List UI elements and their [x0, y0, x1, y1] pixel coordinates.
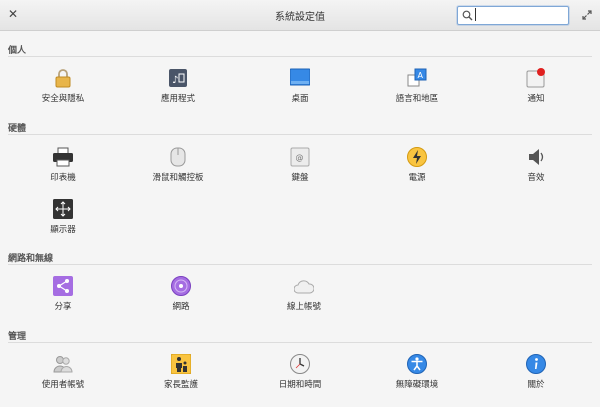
network-icon	[171, 276, 191, 296]
settings-item-label: 音效	[527, 173, 545, 183]
settings-item-sound[interactable]: 音效	[486, 147, 586, 187]
title-bar: ✕ 系統設定值	[0, 0, 600, 31]
search-box[interactable]	[457, 6, 569, 25]
notifications-icon	[526, 68, 545, 88]
svg-text:A: A	[418, 71, 424, 80]
settings-item-label: 應用程式	[160, 94, 195, 104]
section-title-hardware: 硬體	[8, 124, 27, 134]
settings-item-label: 家長監護	[163, 380, 198, 390]
settings-item-language[interactable]: A 語言和地區	[367, 68, 467, 108]
settings-item-label: 電源	[408, 173, 426, 183]
settings-item-security[interactable]: 安全與隱私	[13, 68, 113, 108]
lock-icon	[55, 69, 71, 88]
settings-item-users[interactable]: 使用者帳號	[13, 354, 113, 394]
settings-item-notifications[interactable]: 通知	[486, 68, 586, 108]
section-divider	[8, 264, 592, 265]
language-icon: A	[407, 68, 427, 87]
settings-item-network[interactable]: 網路	[131, 276, 231, 316]
sharing-icon	[53, 276, 73, 296]
settings-item-label: 關於	[527, 380, 545, 390]
settings-item-mouse[interactable]: 滑鼠和觸控板	[128, 147, 228, 187]
keyboard-icon: @	[290, 147, 310, 167]
display-icon	[53, 199, 73, 219]
settings-item-power[interactable]: 電源	[367, 147, 467, 187]
settings-item-label: 鍵盤	[291, 173, 309, 183]
clock-icon	[290, 354, 310, 374]
desktop-icon	[290, 68, 310, 86]
settings-item-sharing[interactable]: 分享	[13, 276, 113, 316]
maximize-icon[interactable]	[582, 10, 592, 20]
settings-item-label: 通知	[527, 94, 545, 104]
settings-item-label: 滑鼠和觸控板	[152, 173, 204, 183]
settings-item-label: 線上帳號	[286, 302, 321, 312]
settings-item-label: 無障礙環境	[395, 380, 439, 390]
settings-item-desktop[interactable]: 桌面	[250, 68, 350, 108]
search-icon	[462, 10, 473, 21]
applications-icon: ♪	[169, 69, 187, 87]
mouse-icon	[170, 147, 186, 167]
settings-item-label: 印表機	[50, 173, 76, 183]
settings-item-keyboard[interactable]: @ 鍵盤	[250, 147, 350, 187]
settings-item-printer[interactable]: 印表機	[13, 147, 113, 187]
settings-item-applications[interactable]: ♪ 應用程式	[128, 68, 228, 108]
section-divider	[8, 134, 592, 135]
settings-item-label: 日期和時間	[278, 380, 322, 390]
section-title-personal: 個人	[8, 46, 27, 56]
settings-item-label: 使用者帳號	[41, 380, 85, 390]
settings-item-date-time[interactable]: 日期和時間	[250, 354, 350, 394]
parental-control-icon	[171, 354, 191, 374]
settings-item-display[interactable]: 顯示器	[13, 199, 113, 239]
svg-text:♪: ♪	[172, 75, 178, 86]
settings-item-about[interactable]: 關於	[486, 354, 586, 394]
section-divider	[8, 342, 592, 343]
section-divider	[8, 56, 592, 57]
accessibility-icon	[407, 354, 427, 374]
sound-icon	[529, 149, 544, 165]
about-icon	[526, 354, 546, 374]
settings-item-parental-control[interactable]: 家長監護	[131, 354, 231, 394]
power-icon	[407, 147, 427, 167]
search-input[interactable]	[475, 8, 562, 21]
settings-item-label: 安全與隱私	[41, 94, 85, 104]
online-accounts-icon	[294, 280, 314, 294]
settings-item-label: 桌面	[291, 94, 309, 104]
settings-item-label: 顯示器	[50, 225, 76, 235]
settings-item-label: 語言和地區	[395, 94, 439, 104]
settings-item-online-accounts[interactable]: 線上帳號	[254, 276, 354, 316]
settings-item-label: 網路	[172, 302, 190, 312]
settings-item-accessibility[interactable]: 無障礙環境	[367, 354, 467, 394]
settings-item-label: 分享	[54, 302, 72, 312]
printer-icon	[53, 147, 73, 167]
section-title-admin: 管理	[8, 332, 27, 342]
users-icon	[53, 356, 73, 373]
section-title-network: 網路和無線	[8, 254, 54, 264]
svg-text:@: @	[296, 153, 304, 162]
